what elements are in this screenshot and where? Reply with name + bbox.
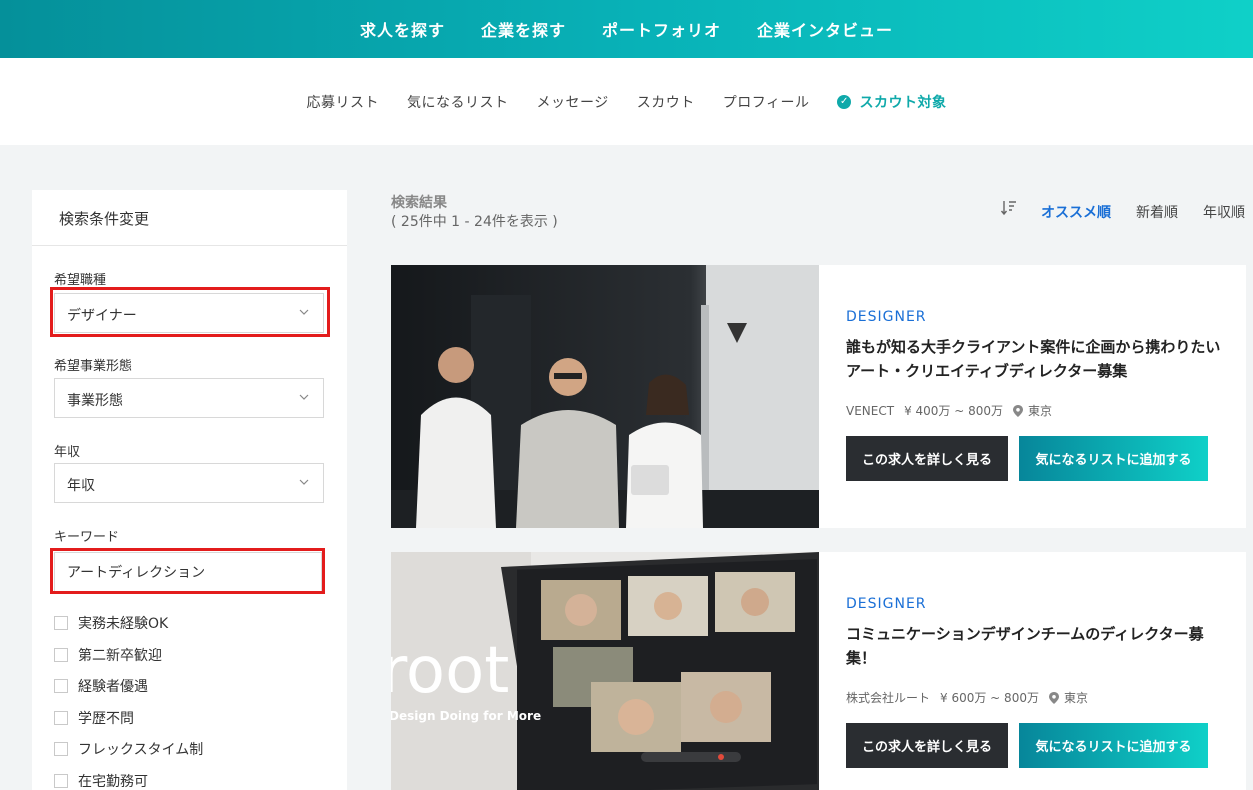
subnav-scout-target[interactable]: ✓ スカウト対象 bbox=[837, 92, 946, 112]
checkbox-label: フレックスタイム制 bbox=[78, 742, 204, 758]
job-category: DESIGNER bbox=[846, 596, 927, 612]
sort-icon[interactable] bbox=[1000, 199, 1018, 217]
checkbox-label: 学歴不問 bbox=[78, 711, 134, 727]
search-sidebar: 検索条件変更 希望職種 デザイナー 希望事業形態 事業形態 年収 年収 キーワー… bbox=[32, 190, 347, 790]
results-count: ( 25件中 1 - 24件を表示 ) bbox=[391, 214, 558, 230]
checkbox-label: 在宅勤務可 bbox=[78, 774, 148, 790]
results-title: 検索結果 bbox=[391, 195, 447, 211]
location-pin-icon bbox=[1013, 404, 1024, 417]
check-circle-icon: ✓ bbox=[837, 94, 852, 109]
checkbox-box[interactable] bbox=[54, 711, 68, 725]
nav-find-companies[interactable]: 企業を探す bbox=[481, 17, 566, 41]
company-name: 株式会社ルート bbox=[846, 691, 931, 705]
checkbox-box[interactable] bbox=[54, 648, 68, 662]
nav-company-interviews[interactable]: 企業インタビュー bbox=[757, 17, 893, 41]
sort-salary[interactable]: 年収順 bbox=[1203, 202, 1245, 222]
view-job-detail-button[interactable]: この求人を詳しく見る bbox=[846, 723, 1008, 768]
subnav-scout[interactable]: スカウト bbox=[637, 92, 695, 112]
job-type-label: 希望職種 bbox=[54, 273, 107, 288]
salary-range: ¥ 600万 ~ 800万 bbox=[940, 691, 1039, 705]
location-pin-icon bbox=[1048, 691, 1059, 704]
job-meta: VENECT ¥ 400万 ~ 800万 東京 bbox=[846, 402, 1062, 419]
checkbox-experienced[interactable]: 経験者優遇 bbox=[54, 676, 148, 696]
highlight-job-type bbox=[50, 287, 330, 337]
job-card: DESIGNER 誰もが知る大手クライアント案件に企画から携わりたいアート・クリ… bbox=[391, 265, 1246, 528]
subnav-favorites[interactable]: 気になるリスト bbox=[407, 92, 509, 112]
subnav-profile[interactable]: プロフィール bbox=[723, 92, 810, 112]
subnav-applications[interactable]: 応募リスト bbox=[307, 92, 380, 112]
checkbox-second-grad[interactable]: 第二新卒歓迎 bbox=[54, 645, 162, 665]
checkbox-no-experience[interactable]: 実務未経験OK bbox=[54, 613, 168, 633]
add-to-favorites-button[interactable]: 気になるリストに追加する bbox=[1019, 723, 1208, 768]
nav-portfolio[interactable]: ポートフォリオ bbox=[602, 17, 721, 41]
location: 東京 bbox=[1028, 404, 1053, 418]
location: 東京 bbox=[1063, 691, 1088, 705]
job-card: root Design Doing for More DESIGNER コミュニ… bbox=[391, 552, 1246, 790]
checkbox-flextime[interactable]: フレックスタイム制 bbox=[54, 739, 203, 759]
salary-value: 年収 bbox=[67, 478, 95, 494]
checkbox-label: 実務未経験OK bbox=[78, 616, 169, 632]
salary-select[interactable]: 年収 bbox=[54, 463, 324, 503]
top-nav: 求人を探す 企業を探す ポートフォリオ 企業インタビュー bbox=[0, 0, 1253, 58]
root-logo-text: root bbox=[391, 634, 509, 708]
checkbox-label: 経験者優遇 bbox=[78, 679, 148, 695]
keyword-label: キーワード bbox=[54, 530, 120, 545]
sidebar-title: 検索条件変更 bbox=[32, 190, 347, 246]
salary-range: ¥ 400万 ~ 800万 bbox=[904, 404, 1004, 418]
job-title[interactable]: 誰もが知る大手クライアント案件に企画から携わりたいアート・クリエイティブディレク… bbox=[846, 335, 1226, 383]
video-call-laptop-photo: root Design Doing for More bbox=[391, 552, 819, 790]
view-job-detail-button[interactable]: この求人を詳しく見る bbox=[846, 436, 1008, 481]
checkbox-label: 第二新卒歓迎 bbox=[78, 648, 162, 664]
chevron-down-icon bbox=[299, 479, 309, 485]
highlight-keyword bbox=[50, 548, 325, 594]
sub-nav: 応募リスト 気になるリスト メッセージ スカウト プロフィール ✓ スカウト対象 bbox=[0, 58, 1253, 145]
job-photo[interactable]: root Design Doing for More bbox=[391, 552, 819, 790]
chevron-down-icon bbox=[299, 394, 309, 400]
sort-newest[interactable]: 新着順 bbox=[1136, 202, 1178, 222]
sort-recommended[interactable]: オススメ順 bbox=[1041, 202, 1111, 222]
office-people-photo bbox=[391, 265, 819, 528]
checkbox-box[interactable] bbox=[54, 774, 68, 788]
job-title[interactable]: コミュニケーションデザインチームのディレクター募集！ bbox=[846, 622, 1226, 670]
company-name: VENECT bbox=[846, 403, 895, 418]
checkbox-remote[interactable]: 在宅勤務可 bbox=[54, 771, 148, 790]
checkbox-box[interactable] bbox=[54, 742, 68, 756]
root-tagline: Design Doing for More bbox=[391, 709, 541, 723]
job-meta: 株式会社ルート ¥ 600万 ~ 800万 東京 bbox=[846, 689, 1098, 706]
salary-label: 年収 bbox=[54, 445, 81, 460]
nav-find-jobs[interactable]: 求人を探す bbox=[360, 17, 445, 41]
subnav-messages[interactable]: メッセージ bbox=[537, 92, 609, 112]
checkbox-box[interactable] bbox=[54, 616, 68, 630]
add-to-favorites-button[interactable]: 気になるリストに追加する bbox=[1019, 436, 1208, 481]
job-photo[interactable] bbox=[391, 265, 819, 528]
business-type-value: 事業形態 bbox=[67, 393, 123, 409]
scout-target-label: スカウト対象 bbox=[859, 94, 947, 111]
checkbox-box[interactable] bbox=[54, 679, 68, 693]
checkbox-no-education[interactable]: 学歴不問 bbox=[54, 708, 134, 728]
job-category: DESIGNER bbox=[846, 309, 927, 325]
business-type-select[interactable]: 事業形態 bbox=[54, 378, 324, 418]
business-type-label: 希望事業形態 bbox=[54, 359, 133, 374]
